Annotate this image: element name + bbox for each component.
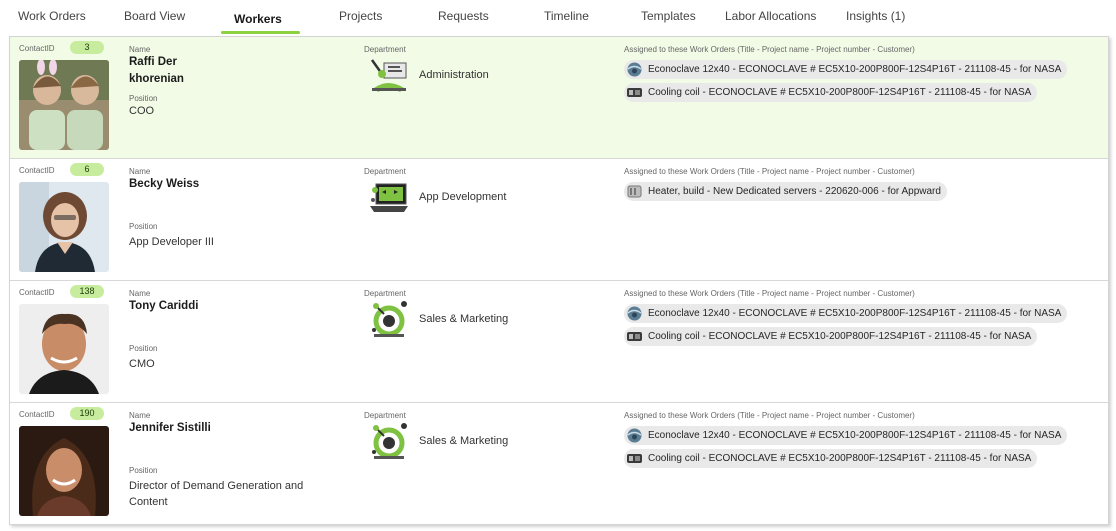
department-name: App Development — [419, 191, 507, 203]
work-order-chip[interactable]: Cooling coil - ECONOCLAVE # EC5X10-200P8… — [624, 83, 1038, 102]
work-order-list: Heater, build - New Dedicated servers - … — [624, 182, 947, 205]
worker-row[interactable]: ContactID 190 Name Jennifer Sistilli Positi… — [10, 403, 1108, 524]
tab-insights[interactable]: Insights (1) — [846, 9, 905, 23]
tab-templates[interactable]: Templates — [641, 9, 696, 23]
name-label: Name — [129, 167, 151, 176]
cooling-coil-icon — [626, 85, 643, 100]
administration-icon — [368, 56, 410, 96]
tab-workers[interactable]: Workers — [234, 12, 282, 26]
work-order-item: Heater, build - New Dedicated servers - … — [624, 182, 947, 201]
avatar — [19, 60, 109, 150]
active-tab-indicator — [221, 31, 300, 34]
work-order-chip[interactable]: Cooling coil - ECONOCLAVE # EC5X10-200P8… — [624, 327, 1038, 346]
department-label: Department — [364, 289, 406, 298]
worker-row[interactable]: ContactID 3 Name Raffi Der khorenian Positi… — [10, 37, 1108, 159]
assigned-work-orders-label: Assigned to these Work Orders (Title - P… — [624, 45, 915, 54]
worker-name: Jennifer Sistilli — [129, 422, 211, 434]
workers-list: ContactID 3 Name Raffi Der khorenian Positi… — [9, 36, 1109, 525]
work-order-text: Econoclave 12x40 - ECONOCLAVE # EC5X10-2… — [648, 430, 1062, 441]
assigned-work-orders-label: Assigned to these Work Orders (Title - P… — [624, 289, 915, 298]
worker-name: Becky Weiss — [129, 178, 200, 190]
tab-requests[interactable]: Requests — [438, 9, 489, 23]
name-label: Name — [129, 289, 151, 298]
tab-timeline[interactable]: Timeline — [544, 9, 589, 23]
name-label: Name — [129, 45, 151, 54]
worker-position: Director of Demand Generation and Conten… — [129, 480, 304, 508]
department-label: Department — [364, 167, 406, 176]
contact-id-label: ContactID — [19, 44, 55, 53]
econoclave-icon — [626, 428, 643, 443]
work-order-item: Econoclave 12x40 - ECONOCLAVE # EC5X10-2… — [624, 60, 1068, 79]
sales-marketing-icon — [368, 300, 410, 340]
heater-icon — [626, 184, 643, 199]
work-order-item: Econoclave 12x40 - ECONOCLAVE # EC5X10-2… — [624, 426, 1068, 445]
worker-position: App Developer III — [129, 236, 214, 248]
work-order-item: Cooling coil - ECONOCLAVE # EC5X10-200P8… — [624, 83, 1067, 102]
tab-labor-allocations[interactable]: Labor Allocations — [725, 9, 816, 23]
work-order-item: Cooling coil - ECONOCLAVE # EC5X10-200P8… — [624, 327, 1067, 346]
work-order-chip[interactable]: Cooling coil - ECONOCLAVE # EC5X10-200P8… — [624, 449, 1038, 468]
contact-id-label: ContactID — [19, 410, 55, 419]
worker-position: CMO — [129, 358, 155, 370]
contact-id-label: ContactID — [19, 288, 55, 297]
name-label: Name — [129, 411, 151, 420]
econoclave-icon — [626, 62, 643, 77]
work-order-text: Econoclave 12x40 - ECONOCLAVE # EC5X10-2… — [648, 64, 1062, 75]
tab-board-view[interactable]: Board View — [124, 9, 185, 23]
worker-row[interactable]: ContactID 138 Name Tony Cariddi Position CMO… — [10, 281, 1108, 403]
work-order-chip[interactable]: Econoclave 12x40 - ECONOCLAVE # EC5X10-2… — [624, 60, 1068, 79]
avatar — [19, 304, 109, 394]
worker-row[interactable]: ContactID 6 Name Becky Weiss Position App De… — [10, 159, 1108, 281]
tab-projects[interactable]: Projects — [339, 9, 382, 23]
department-name: Sales & Marketing — [419, 313, 509, 325]
worker-position: COO — [129, 105, 155, 117]
position-label: Position — [129, 344, 158, 353]
tab-bar: Work Orders Board View Workers Projects … — [0, 0, 1116, 36]
contact-id-label: ContactID — [19, 166, 55, 175]
econoclave-icon — [626, 306, 643, 321]
contact-id-badge: 6 — [70, 163, 104, 176]
contact-id-badge: 138 — [70, 285, 104, 298]
work-order-text: Econoclave 12x40 - ECONOCLAVE # EC5X10-2… — [648, 308, 1062, 319]
work-order-chip[interactable]: Heater, build - New Dedicated servers - … — [624, 182, 947, 201]
work-order-list: Econoclave 12x40 - ECONOCLAVE # EC5X10-2… — [624, 426, 1068, 472]
contact-id-badge: 3 — [70, 41, 104, 54]
work-order-chip[interactable]: Econoclave 12x40 - ECONOCLAVE # EC5X10-2… — [624, 304, 1068, 323]
contact-id-badge: 190 — [70, 407, 104, 420]
department-label: Department — [364, 411, 406, 420]
work-order-text: Cooling coil - ECONOCLAVE # EC5X10-200P8… — [648, 453, 1032, 464]
position-label: Position — [129, 222, 158, 231]
work-order-list: Econoclave 12x40 - ECONOCLAVE # EC5X10-2… — [624, 60, 1068, 106]
tab-work-orders[interactable]: Work Orders — [18, 9, 86, 23]
work-order-text: Cooling coil - ECONOCLAVE # EC5X10-200P8… — [648, 87, 1032, 98]
cooling-coil-icon — [626, 451, 643, 466]
department-name: Administration — [419, 69, 489, 81]
worker-name: Raffi Der khorenian — [129, 56, 184, 85]
department-label: Department — [364, 45, 406, 54]
position-label: Position — [129, 466, 158, 475]
work-order-list: Econoclave 12x40 - ECONOCLAVE # EC5X10-2… — [624, 304, 1068, 350]
app-development-icon — [368, 178, 410, 218]
assigned-work-orders-label: Assigned to these Work Orders (Title - P… — [624, 411, 915, 420]
work-order-text: Heater, build - New Dedicated servers - … — [648, 186, 941, 197]
avatar — [19, 426, 109, 516]
work-order-chip[interactable]: Econoclave 12x40 - ECONOCLAVE # EC5X10-2… — [624, 426, 1068, 445]
work-order-text: Cooling coil - ECONOCLAVE # EC5X10-200P8… — [648, 331, 1032, 342]
sales-marketing-icon — [368, 422, 410, 462]
department-name: Sales & Marketing — [419, 435, 509, 447]
assigned-work-orders-label: Assigned to these Work Orders (Title - P… — [624, 167, 915, 176]
avatar — [19, 182, 109, 272]
work-order-item: Cooling coil - ECONOCLAVE # EC5X10-200P8… — [624, 449, 1067, 468]
work-order-item: Econoclave 12x40 - ECONOCLAVE # EC5X10-2… — [624, 304, 1068, 323]
cooling-coil-icon — [626, 329, 643, 344]
position-label: Position — [129, 94, 158, 103]
worker-name: Tony Cariddi — [129, 300, 199, 312]
